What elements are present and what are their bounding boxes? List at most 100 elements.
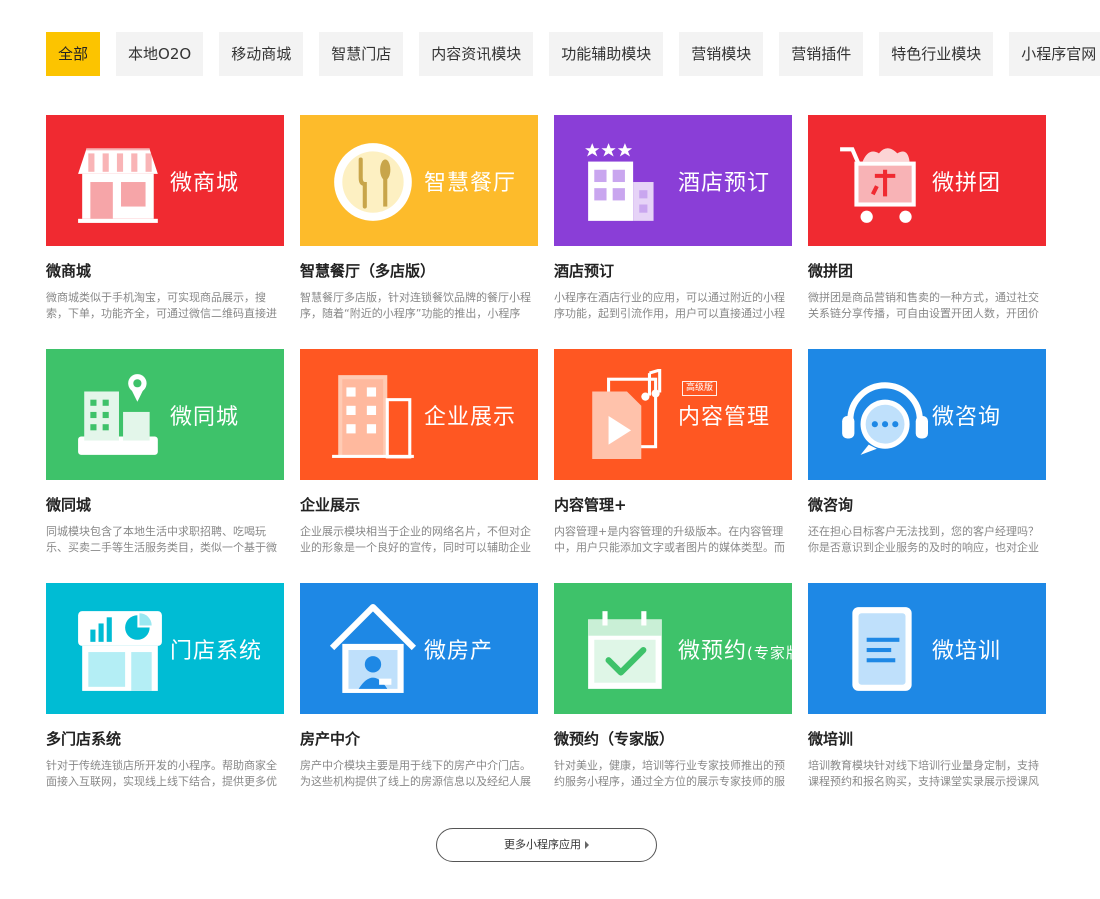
banner-title-text: 门店系统 <box>170 639 263 664</box>
app-description: 微拼团是商品营销和售卖的一种方式，通过社交关系链分享传播，可自由设置开团人数，开… <box>808 291 1039 320</box>
banner-title: 微商城 <box>170 165 239 197</box>
app-description: 培训教育模块针对线下培训行业量身定制，支持课程预约和报名购买，支持课堂实录展示授… <box>808 759 1039 788</box>
banner-title: 微培训 <box>932 633 1001 665</box>
banner-title: 酒店预订 <box>678 165 770 197</box>
calendar-check-icon <box>588 611 662 689</box>
app-title[interactable]: 微商城 <box>46 260 284 281</box>
tab-7[interactable]: 营销插件 <box>779 32 864 76</box>
app-banner[interactable]: 微房产 <box>300 583 538 714</box>
category-tabs: 全部 本地O2O 移动商城 智慧门店 内容资讯模块 功能辅助模块 营销模块 营销插件 特色行业模… <box>46 32 1100 76</box>
premium-badge: 高级版 <box>682 381 718 396</box>
app-card[interactable]: 酒店预订 酒店预订 小程序在酒店行业的应用，可以通过附近的小程序功能，起到引流作用，… <box>554 115 792 325</box>
hotel-icon <box>585 143 654 221</box>
app-title[interactable]: 微预约（专家版） <box>554 728 792 749</box>
caret-right-icon <box>585 841 589 849</box>
app-card[interactable]: 微预约(专家版) 微预约（专家版） 针对美业，健康，培训等行业专家技师推出的预约服务… <box>554 583 792 793</box>
banner-title: 微拼团 <box>932 165 1001 197</box>
banner-title-text: 微房产 <box>424 639 494 664</box>
app-title[interactable]: 房产中介 <box>300 728 538 749</box>
app-description: 针对于传统连锁店所开发的小程序。帮助商家全面接入互联网，实现线上线下结合，提供更… <box>46 759 277 788</box>
app-title[interactable]: 多门店系统 <box>46 728 284 749</box>
app-banner[interactable]: 微培训 <box>808 583 1046 714</box>
app-banner[interactable]: 微同城 <box>46 349 284 480</box>
app-card[interactable]: 企业展示 企业展示 企业展示模块相当于企业的网络名片，不但对企业的形象是一个良好的宣… <box>300 349 538 559</box>
app-card[interactable]: 微拼团 微拼团 微拼团是商品营销和售卖的一种方式，通过社交关系链分享传播，可自由设置… <box>808 115 1046 325</box>
app-card[interactable]: 门店系统多门店系统针对于传统连锁店所开发的小程序。帮助商家全面接入互联网，实现线… <box>46 583 284 793</box>
banner-title-text: 微培训 <box>932 639 1002 664</box>
banner-title-text: 微拼团 <box>932 171 1002 196</box>
banner-title: 微预约(专家版) <box>678 633 792 665</box>
app-banner[interactable]: 酒店预订 <box>554 115 792 246</box>
tab-9[interactable]: 小程序官网 <box>1009 32 1100 76</box>
app-card[interactable]: 微同城 微同城 同城模块包含了本地生活中求职招聘、吃喝玩乐、买卖二手等生活服务类目，… <box>46 349 284 559</box>
app-banner[interactable]: 企业展示 <box>300 349 538 480</box>
banner-title-text: 智慧餐厅 <box>424 171 517 196</box>
app-banner[interactable]: 微拼团 <box>808 115 1046 246</box>
tab-1[interactable]: 本地O2O <box>116 32 204 76</box>
book-icon <box>852 607 912 691</box>
app-description: 同城模块包含了本地生活中求职招聘、吃喝玩乐、买卖二手等生活服务类目，类似一个基于… <box>46 525 277 554</box>
app-title[interactable]: 微同城 <box>46 494 284 515</box>
banner-title-text: 内容管理 <box>678 405 771 430</box>
tab-4[interactable]: 内容资讯模块 <box>419 32 534 76</box>
house-agent-icon <box>329 604 417 693</box>
tab-6[interactable]: 营销模块 <box>679 32 764 76</box>
app-description: 针对美业，健康，培训等行业专家技师推出的预约服务小程序，通过全方位的展示专家技师… <box>554 759 785 788</box>
city-location-icon <box>78 374 158 455</box>
app-description: 微商城类似于手机淘宝，可实现商品展示，搜索，下单，功能齐全，可通过微信二维码直接… <box>46 291 277 320</box>
app-card[interactable]: 微培训 微培训 培训教育模块针对线下培训行业量身定制，支持课程预约和报名购买，支持课… <box>808 583 1046 793</box>
banner-subtitle: (专家版) <box>747 644 792 662</box>
app-title[interactable]: 酒店预订 <box>554 260 792 281</box>
more-apps-label: 更多小程序应用 <box>504 838 581 851</box>
banner-title: 内容管理 <box>678 399 770 431</box>
banner-title: 微咨询 <box>932 399 1001 431</box>
app-description: 内容管理+是内容管理的升级版本。在内容管理中，用户只能添加文字或者图片的媒体类型… <box>554 525 785 554</box>
app-description: 房产中介模块主要是用于线下的房产中介门店。为这些机构提供了线上的房源信息以及经纪… <box>300 759 531 788</box>
banner-title-text: 微预约 <box>678 639 748 664</box>
app-description: 小程序在酒店行业的应用，可以通过附近的小程序功能，起到引流作用，用户可以直接通过… <box>554 291 785 320</box>
media-content-icon <box>592 369 662 459</box>
app-title[interactable]: 内容管理+ <box>554 494 792 515</box>
app-title[interactable]: 微咨询 <box>808 494 1046 515</box>
tab-5[interactable]: 功能辅助模块 <box>549 32 664 76</box>
app-description: 智慧餐厅多店版，针对连锁餐饮品牌的餐厅小程序，随着“附近的小程序”功能的推出，小… <box>300 291 531 320</box>
app-card[interactable]: 微房产房产中介房产中介模块主要是用于线下的房产中介门店。为这些机构提供了线上的房… <box>300 583 538 793</box>
shopping-cart-icon <box>840 147 916 223</box>
tab-2[interactable]: 移动商城 <box>219 32 304 76</box>
app-card[interactable]: 智慧餐厅智慧餐厅（多店版） 智慧餐厅多店版，针对连锁餐饮品牌的餐厅小程序，随着“附… <box>300 115 538 325</box>
app-description: 企业展示模块相当于企业的网络名片，不但对企业的形象是一个良好的宣传，同时可以辅助… <box>300 525 531 554</box>
app-title[interactable]: 微培训 <box>808 728 1046 749</box>
banner-title-text: 微咨询 <box>932 405 1002 430</box>
building-icon <box>332 375 414 459</box>
app-card[interactable]: 微商城 微商城 微商城类似于手机淘宝，可实现商品展示，搜索，下单，功能齐全，可通过微… <box>46 115 284 325</box>
banner-title-text: 企业展示 <box>424 405 517 430</box>
banner-title-text: 微商城 <box>170 171 240 196</box>
app-banner[interactable]: 门店系统 <box>46 583 284 714</box>
app-banner[interactable]: 智慧餐厅 <box>300 115 538 246</box>
app-title[interactable]: 企业展示 <box>300 494 538 515</box>
dining-plate-icon <box>334 143 412 221</box>
app-banner[interactable]: 微商城 <box>46 115 284 246</box>
banner-title: 智慧餐厅 <box>424 165 516 197</box>
banner-title: 微同城 <box>170 399 239 431</box>
tab-0[interactable]: 全部 <box>46 32 101 76</box>
store-chart-icon <box>78 611 162 691</box>
app-banner[interactable]: 微咨询 <box>808 349 1046 480</box>
app-title[interactable]: 智慧餐厅（多店版） <box>300 260 538 281</box>
app-banner[interactable]: 高级版内容管理 <box>554 349 792 480</box>
app-banner[interactable]: 微预约(专家版) <box>554 583 792 714</box>
banner-title: 微房产 <box>424 633 493 665</box>
app-card[interactable]: 微咨询 微咨询 还在担心目标客户无法找到，您的客户经理吗？你是否意识到企业服务的及时… <box>808 349 1046 559</box>
headset-chat-icon <box>842 382 928 455</box>
banner-title: 企业展示 <box>424 399 516 431</box>
tab-3[interactable]: 智慧门店 <box>319 32 404 76</box>
tab-8[interactable]: 特色行业模块 <box>879 32 994 76</box>
shop-icon <box>78 148 158 223</box>
app-description: 还在担心目标客户无法找到，您的客户经理吗？你是否意识到企业服务的及时的响应，也对… <box>808 525 1039 554</box>
more-apps-button[interactable]: 更多小程序应用 <box>436 828 657 862</box>
banner-title-text: 酒店预订 <box>678 171 771 196</box>
app-card[interactable]: 高级版内容管理内容管理+ 内容管理+是内容管理的升级版本。在内容管理中，用户只能添… <box>554 349 792 559</box>
banner-title-text: 微同城 <box>170 405 240 430</box>
app-title[interactable]: 微拼团 <box>808 260 1046 281</box>
banner-title: 门店系统 <box>170 633 262 665</box>
